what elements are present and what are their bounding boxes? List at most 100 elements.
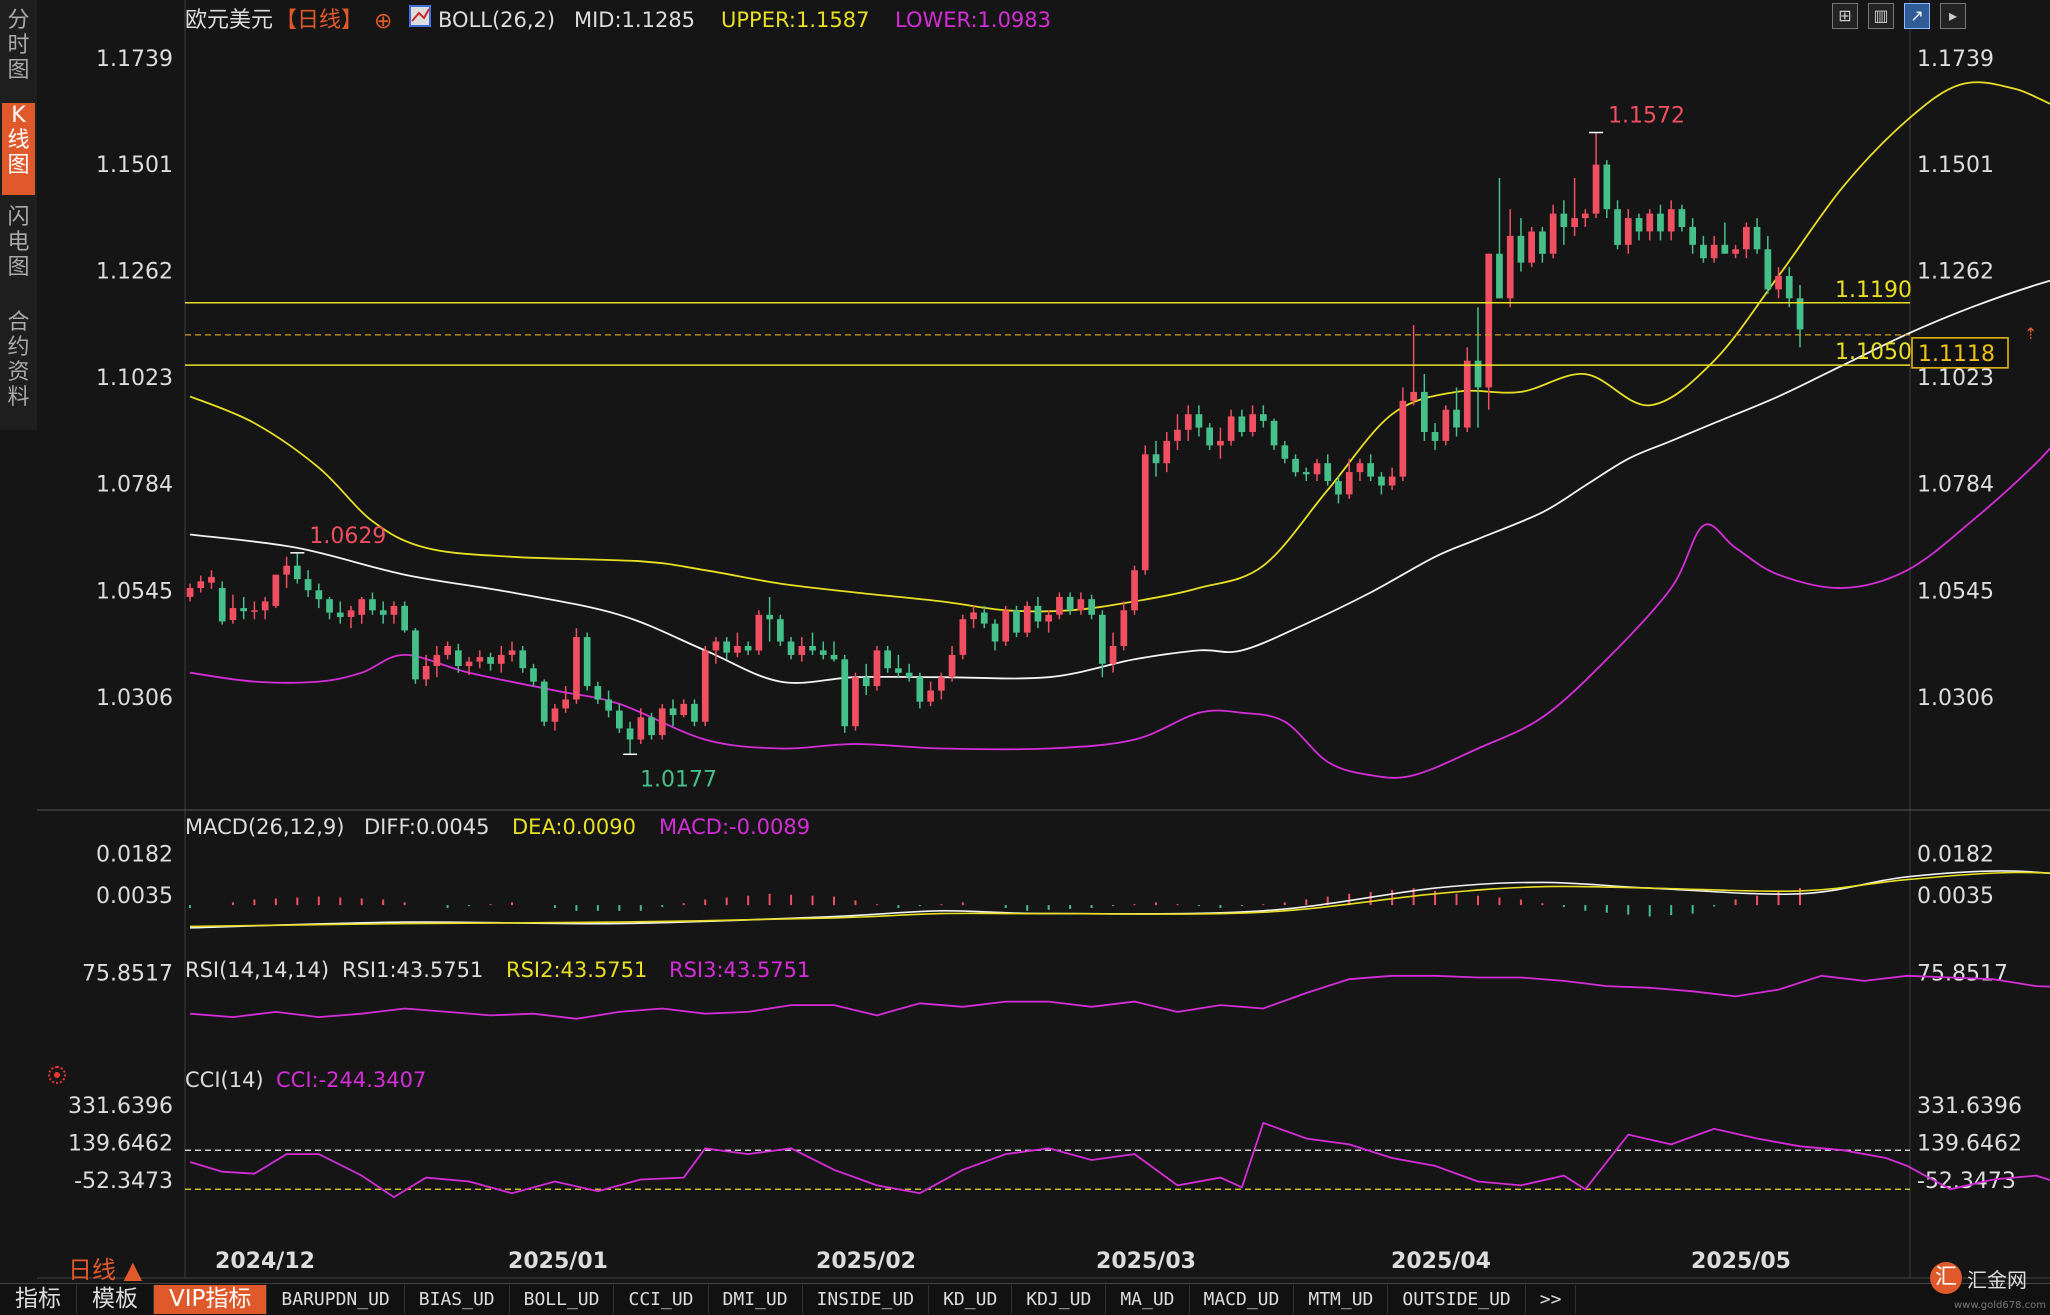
candle-body xyxy=(294,565,301,580)
period-tag: 【日线】 xyxy=(275,8,363,33)
candle-body xyxy=(1678,209,1686,227)
guide-lines: 1.1190 1.1050 1.1118 ⇡ xyxy=(185,278,2037,369)
candle-body xyxy=(1249,414,1256,432)
grid-icon[interactable]: ⊞ xyxy=(1832,3,1858,29)
candle-body xyxy=(927,690,934,702)
side-tab-kline[interactable]: K线图 xyxy=(2,103,35,195)
play-icon[interactable]: ▸ xyxy=(1940,3,1966,29)
indicator-item[interactable]: BOLL_UD xyxy=(510,1285,615,1314)
bar-chart-icon[interactable]: ▥ xyxy=(1868,3,1894,29)
candle-body xyxy=(916,677,924,702)
trend-icon[interactable]: ↗ xyxy=(1904,3,1930,29)
candle-body xyxy=(1496,253,1503,299)
candle-body xyxy=(637,717,645,740)
candle-body xyxy=(1571,218,1578,227)
candle-body xyxy=(1442,409,1450,441)
price-chart[interactable]: 1.1190 1.1050 1.1118 ⇡ MACD(26,12,9) DIFF:0.… xyxy=(0,0,2050,1314)
candle-body xyxy=(573,637,580,700)
price-marker-icon: ⇡ xyxy=(2024,324,2037,343)
brand-logo-mark: 汇 xyxy=(1930,1262,1962,1294)
candle-body xyxy=(218,588,226,622)
candle-body xyxy=(1710,244,1718,259)
macd-tick-left: 0.0182 xyxy=(96,843,173,868)
candle-body xyxy=(852,677,859,727)
price-tick-label-left: 1.0784 xyxy=(96,473,173,498)
candle-body xyxy=(1034,605,1042,622)
candle-body xyxy=(551,708,559,722)
indicator-item[interactable]: KDJ_UD xyxy=(1012,1285,1107,1314)
candle-body xyxy=(605,699,612,711)
chart-toolbar: ⊞ ▥ ↗ ▸ xyxy=(1832,3,1966,29)
period-selector[interactable]: 日线 ▲ xyxy=(68,1250,142,1285)
candle-body xyxy=(1141,454,1149,571)
price-tick-label-right: 1.1023 xyxy=(1917,366,1994,391)
indicator-item[interactable]: INSIDE_UD xyxy=(803,1285,930,1314)
candle-body xyxy=(1023,605,1031,633)
candle-body xyxy=(336,612,344,617)
candle-body xyxy=(476,657,484,662)
boll-indicator-icon[interactable] xyxy=(409,5,431,27)
indicator-item[interactable]: OUTSIDE_UD xyxy=(1388,1285,1526,1314)
candle-body xyxy=(315,590,323,600)
candle-body xyxy=(1410,391,1417,401)
candle-body xyxy=(412,630,419,680)
price-tick-label-left: 1.0545 xyxy=(96,579,173,604)
side-tab-flash[interactable]: 闪电图 xyxy=(2,205,35,280)
side-tab-contract-info[interactable]: 合约资料 xyxy=(2,310,35,410)
candle-body xyxy=(508,650,516,655)
candle-body xyxy=(1775,276,1782,290)
indicator-item[interactable]: MACD_UD xyxy=(1190,1285,1295,1314)
indicator-item[interactable]: BARUPDN_UD xyxy=(267,1285,405,1314)
side-tab-timeshare[interactable]: 分时图 xyxy=(2,8,35,83)
indicator-item[interactable]: KD_UD xyxy=(929,1285,1013,1314)
candle-body xyxy=(744,646,752,651)
candle-body xyxy=(326,599,333,613)
candle-body xyxy=(1431,432,1439,441)
crosshair-icon[interactable]: ⊕ xyxy=(374,9,392,34)
date-axis-label: 2025/05 xyxy=(1691,1249,1791,1274)
tab-templates[interactable]: 模板 xyxy=(77,1285,154,1314)
candle-body xyxy=(905,672,913,678)
rsi3-label: RSI3:43.5751 xyxy=(669,958,810,982)
candle-body xyxy=(1367,463,1374,477)
candle-body xyxy=(1399,400,1407,477)
candle-body xyxy=(444,646,451,655)
record-icon[interactable] xyxy=(48,1066,66,1084)
indicator-item[interactable]: >> xyxy=(1526,1285,1577,1314)
cci-tick-right: -52.3473 xyxy=(1917,1169,2016,1194)
price-tick-label-right: 1.0784 xyxy=(1917,473,1994,498)
tab-vip-indicators[interactable]: VIP指标 xyxy=(154,1285,268,1314)
candle-body xyxy=(1099,614,1106,664)
indicator-item[interactable]: MTM_UD xyxy=(1294,1285,1389,1314)
candle-body xyxy=(712,641,720,651)
candle-body xyxy=(734,646,741,653)
boll-lower-label: LOWER:1.0983 xyxy=(895,8,1051,32)
annotation-label: 1.0629 xyxy=(309,524,386,549)
tab-indicators[interactable]: 指标 xyxy=(0,1285,77,1314)
candle-body xyxy=(1356,463,1364,473)
guide-line-label: 1.1050 xyxy=(1835,340,1912,365)
price-tick-label-left: 1.1739 xyxy=(96,47,173,72)
candle-body xyxy=(884,650,891,669)
brand-logo[interactable]: 汇 汇金网 xyxy=(1930,1258,2050,1298)
candle-body xyxy=(1313,463,1321,475)
candle-body xyxy=(948,654,956,678)
candle-body xyxy=(347,610,355,617)
macd-tick-right: 0.0035 xyxy=(1917,884,1994,909)
indicator-item[interactable]: MA_UD xyxy=(1106,1285,1190,1314)
candle-body xyxy=(1378,476,1385,486)
indicator-item[interactable]: CCI_UD xyxy=(614,1285,709,1314)
candle-body xyxy=(1614,209,1621,245)
candle-body xyxy=(1045,614,1052,622)
indicator-item[interactable]: DMI_UD xyxy=(709,1285,803,1314)
brand-url: www.gold678.com xyxy=(1953,1300,2046,1311)
candle-body xyxy=(1549,213,1557,254)
candle-body xyxy=(777,619,784,642)
candle-body xyxy=(1528,231,1535,263)
annotation-label: 1.0177 xyxy=(640,767,717,792)
annotation-label: 1.1572 xyxy=(1608,104,1685,129)
indicator-item[interactable]: BIAS_UD xyxy=(405,1285,510,1314)
candle-body xyxy=(208,576,215,583)
candle-body xyxy=(1013,610,1020,633)
boll-label: BOLL(26,2) xyxy=(438,8,555,32)
